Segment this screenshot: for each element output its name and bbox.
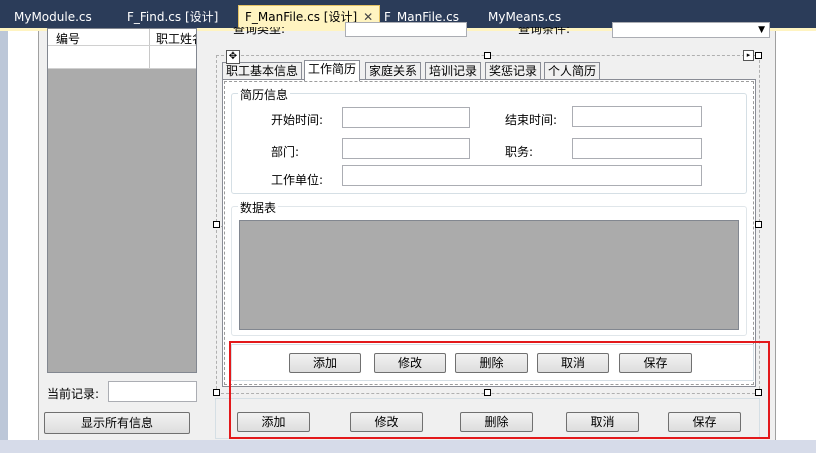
query-type-combo[interactable] <box>345 22 467 37</box>
tab-mymeans[interactable]: MyMeans.cs <box>488 6 561 28</box>
tab-work-resume[interactable]: 工作简历 <box>304 60 361 81</box>
work-unit-label: 工作单位: <box>271 173 324 187</box>
resize-handle[interactable] <box>213 389 220 396</box>
department-label: 部门: <box>271 145 300 159</box>
tab-f-find-design[interactable]: F_Find.cs [设计] <box>127 6 218 28</box>
resume-group-title: 简历信息 <box>238 86 291 103</box>
data-grid[interactable] <box>239 220 739 330</box>
smart-tag-icon[interactable]: ▸ <box>743 50 754 61</box>
resize-handle[interactable] <box>484 52 491 59</box>
left-strip <box>0 31 8 453</box>
tab-family[interactable]: 家庭关系 <box>365 62 422 80</box>
tab-mymodule[interactable]: MyModule.cs <box>14 6 92 28</box>
employee-grid[interactable]: 编号 职工姓名 <box>47 28 197 373</box>
tab-rewards[interactable]: 奖惩记录 <box>485 62 542 80</box>
chevron-down-icon[interactable]: ▼ <box>758 25 765 35</box>
resize-handle[interactable] <box>213 221 220 228</box>
tab-label: MyMeans.cs <box>488 10 562 24</box>
tab-label: MyModule.cs <box>14 10 92 24</box>
position-field[interactable] <box>572 138 702 159</box>
query-condition-combo[interactable]: ▼ <box>612 22 770 38</box>
tab-training[interactable]: 培训记录 <box>425 62 482 80</box>
work-unit-field[interactable] <box>342 165 702 186</box>
department-field[interactable] <box>342 138 470 159</box>
tab-personal-resume[interactable]: 个人简历 <box>544 62 601 80</box>
highlight-box <box>229 341 770 439</box>
grid-column-header[interactable]: 职工姓名 <box>156 30 196 47</box>
table-row[interactable] <box>48 46 196 69</box>
end-time-label: 结束时间: <box>505 113 558 127</box>
current-record-field[interactable] <box>108 381 197 402</box>
tab-basic-info[interactable]: 职工基本信息 <box>222 62 303 80</box>
query-type-label: 查询类型: <box>233 27 286 35</box>
data-group-title: 数据表 <box>238 199 279 216</box>
current-record-label: 当前记录: <box>47 387 100 401</box>
position-label: 职务: <box>505 145 534 159</box>
start-time-field[interactable] <box>342 107 470 128</box>
grid-header: 编号 职工姓名 <box>48 29 196 46</box>
grid-divider <box>149 46 150 68</box>
grid-column-header[interactable]: 编号 <box>56 30 80 47</box>
end-time-field[interactable] <box>572 106 702 127</box>
resize-handle[interactable] <box>755 221 762 228</box>
tab-label: F_Find.cs [设计] <box>127 10 219 24</box>
show-all-button[interactable]: 显示所有信息 <box>44 412 190 434</box>
bottom-bar <box>0 440 816 453</box>
query-condition-label: 查询条件: <box>518 27 571 35</box>
resize-handle[interactable] <box>755 52 762 59</box>
tab-label: F_ManFile.cs [设计] <box>245 10 358 24</box>
start-time-label: 开始时间: <box>271 113 324 127</box>
grid-divider <box>149 29 150 45</box>
move-handle-icon[interactable]: ✥ <box>226 50 240 64</box>
